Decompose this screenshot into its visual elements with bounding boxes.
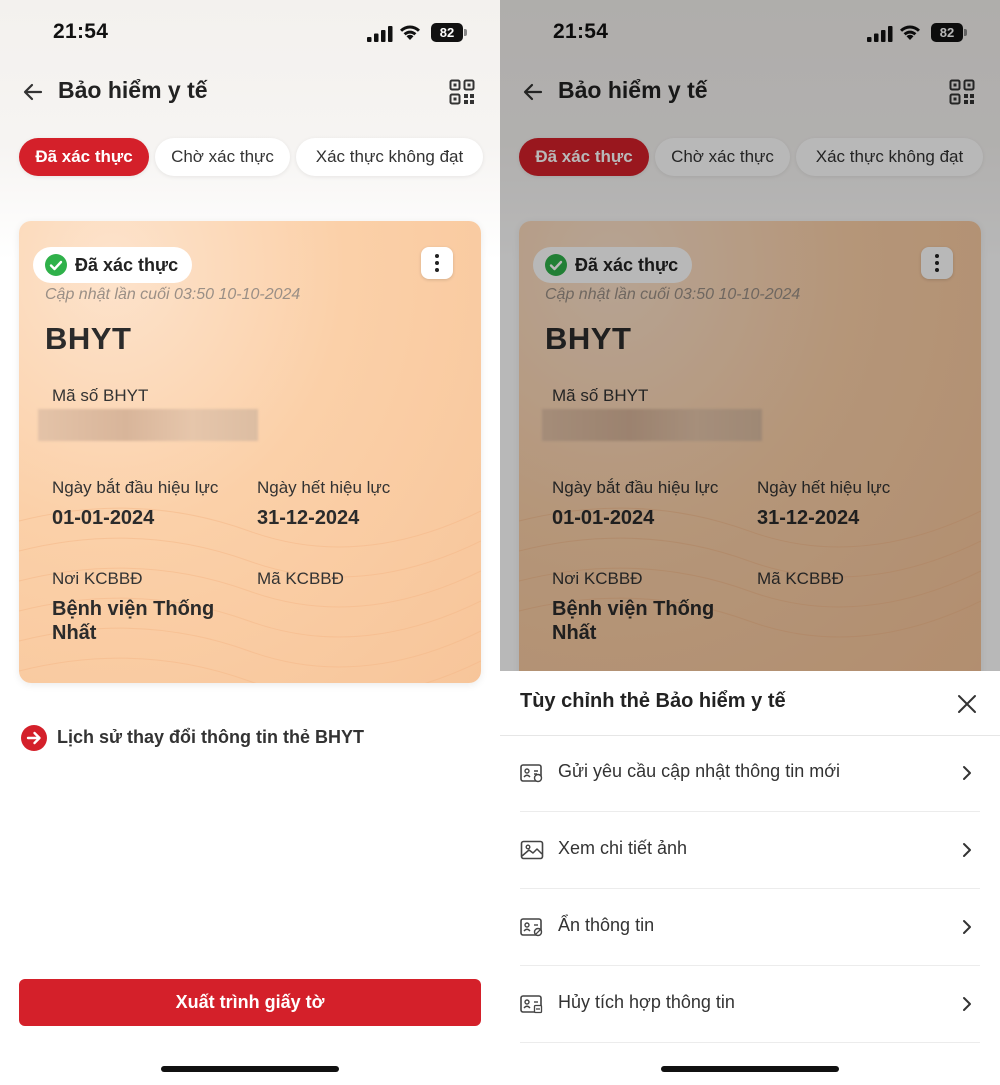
battery-level: 82 <box>431 23 463 42</box>
option-label: Gửi yêu cầu cập nhật thông tin mới <box>558 761 841 781</box>
tab-verified[interactable]: Đã xác thực <box>19 138 149 176</box>
last-updated: Cập nhật lần cuối 03:50 10-10-2024 <box>45 286 301 303</box>
option-hide-info[interactable]: Ẩn thông tin <box>520 889 980 966</box>
insurance-card[interactable]: Đã xác thực Cập nhật lần cuối 03:50 10-1… <box>19 221 481 683</box>
image-icon <box>520 840 544 860</box>
sheet-title: Tùy chỉnh thẻ Bảo hiểm y tế <box>520 690 786 712</box>
screen-card-options-sheet: 21:54 82 Bảo hiểm y tế Đã xác thực Chờ x… <box>500 0 1000 1085</box>
back-arrow-icon[interactable] <box>21 80 45 104</box>
card-type: BHYT <box>45 321 132 356</box>
chevron-right-icon <box>963 843 971 857</box>
id-card-hide-icon <box>520 918 543 937</box>
end-date-value: 31-12-2024 <box>257 507 360 529</box>
verified-badge: Đã xác thực <box>33 247 193 283</box>
battery-icon: 82 <box>431 23 467 42</box>
option-label: Hủy tích hợp thông tin <box>558 992 735 1012</box>
facility-code-label: Mã KCBBĐ <box>257 569 344 588</box>
option-label: Xem chi tiết ảnh <box>558 838 688 858</box>
chevron-right-icon <box>963 997 971 1011</box>
page-title: Bảo hiểm y tế <box>58 77 208 103</box>
qr-code-icon[interactable] <box>449 79 475 105</box>
status-tabs: Đã xác thực Chờ xác thực Xác thực không … <box>19 138 489 176</box>
insurance-id-value-redacted <box>38 409 258 441</box>
check-circle-icon <box>45 254 67 276</box>
wifi-icon <box>400 25 420 40</box>
id-card-refresh-icon <box>520 764 543 783</box>
home-indicator[interactable] <box>161 1066 339 1072</box>
home-indicator[interactable] <box>661 1066 839 1072</box>
facility-value-line1: Bệnh viện Thống <box>52 598 215 620</box>
facility-value-line2: Nhất <box>52 622 97 644</box>
option-label: Ẩn thông tin <box>558 915 655 935</box>
verified-badge-label: Đã xác thực <box>75 255 179 275</box>
id-card-remove-icon <box>520 995 543 1014</box>
more-options-button[interactable] <box>421 247 453 279</box>
tab-failed[interactable]: Xác thực không đạt <box>296 138 483 176</box>
app-header: Bảo hiểm y tế <box>0 68 500 116</box>
end-date-label: Ngày hết hiệu lực <box>257 478 391 497</box>
screen-card-detail: 21:54 82 Bảo hiểm y tế Đã xác thực Chờ x… <box>0 0 500 1085</box>
insurance-id-label: Mã số BHYT <box>52 386 149 405</box>
start-date-value: 01-01-2024 <box>52 507 155 529</box>
tab-pending[interactable]: Chờ xác thực <box>155 138 290 176</box>
present-document-button[interactable]: Xuất trình giấy tờ <box>19 979 481 1026</box>
facility-label: Nơi KCBBĐ <box>52 569 143 588</box>
option-request-update[interactable]: Gửi yêu cầu cập nhật thông tin mới <box>520 735 980 812</box>
status-bar: 21:54 82 <box>0 0 500 66</box>
option-remove-integration[interactable]: Hủy tích hợp thông tin <box>520 966 980 1043</box>
start-date-label: Ngày bắt đầu hiệu lực <box>52 478 219 497</box>
cellular-signal-icon <box>367 26 393 42</box>
option-view-photo[interactable]: Xem chi tiết ảnh <box>520 812 980 889</box>
close-icon[interactable] <box>956 693 978 715</box>
chevron-right-icon <box>963 766 971 780</box>
chevron-right-icon <box>963 920 971 934</box>
card-options-sheet: Tùy chỉnh thẻ Bảo hiểm y tế Gửi yêu cầu … <box>500 671 1000 1085</box>
history-link-label: Lịch sử thay đổi thông tin thẻ BHYT <box>57 727 365 747</box>
arrow-right-circle-icon <box>21 725 47 751</box>
status-time: 21:54 <box>53 20 109 43</box>
